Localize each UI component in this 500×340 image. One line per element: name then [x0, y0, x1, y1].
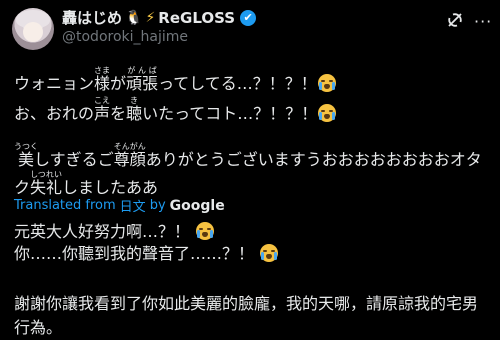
translation-attribution[interactable]: Translated from 日文 by Google — [14, 196, 225, 216]
lightning-icon: ⚡ — [145, 9, 156, 26]
translated-lang: 日文 — [119, 200, 146, 215]
tweet-zh-line-1: 元英大人好努力啊…？！ — [14, 218, 215, 242]
penguin-icon: 🐧 — [125, 9, 143, 26]
group-name[interactable]: ReGLOSS — [158, 9, 235, 27]
grok-icon[interactable] — [446, 11, 464, 29]
tweet-jp-line-4: ク失礼しつれいしましたああ — [14, 170, 159, 197]
translated-by: by — [149, 198, 166, 213]
tweet-jp-line-2: お、おれの声こえを聴きいたってコト…？！？！ — [14, 96, 337, 124]
more-options-icon[interactable]: ··· — [474, 12, 492, 31]
tweet-zh-line-4: 行為。 — [14, 318, 63, 337]
loudly-crying-face-icon — [260, 244, 279, 262]
author-name-row[interactable]: 轟はじめ 🐧 ⚡ ReGLOSS ✔ — [62, 7, 257, 28]
display-name[interactable]: 轟はじめ — [62, 7, 122, 28]
author-handle[interactable]: @todoroki_hajime — [62, 29, 188, 45]
verified-badge-icon: ✔ — [240, 9, 257, 26]
avatar-face — [23, 22, 43, 42]
loudly-crying-face-icon — [318, 104, 337, 122]
loudly-crying-face-icon — [317, 74, 336, 92]
avatar[interactable] — [12, 8, 54, 50]
tweet-zh-line-3: 謝謝你讓我看到了你如此美麗的臉龐，我的天哪，請原諒我的宅男 — [14, 294, 479, 313]
translated-prefix: Translated from — [14, 198, 116, 213]
loudly-crying-face-icon — [196, 222, 215, 240]
tweet-jp-line-3: 美うつくしすぎるご尊顔そんがんありがとうございますうおおおおおおおおオタ — [14, 142, 482, 169]
tweet-jp-line-1: ウォニョン様さまが頑張がんばってしてる…？！？！ — [14, 66, 336, 94]
tweet-zh-line-2: 你……你聽到我的聲音了……？！ — [14, 240, 279, 264]
google-logo: Google — [169, 197, 225, 214]
